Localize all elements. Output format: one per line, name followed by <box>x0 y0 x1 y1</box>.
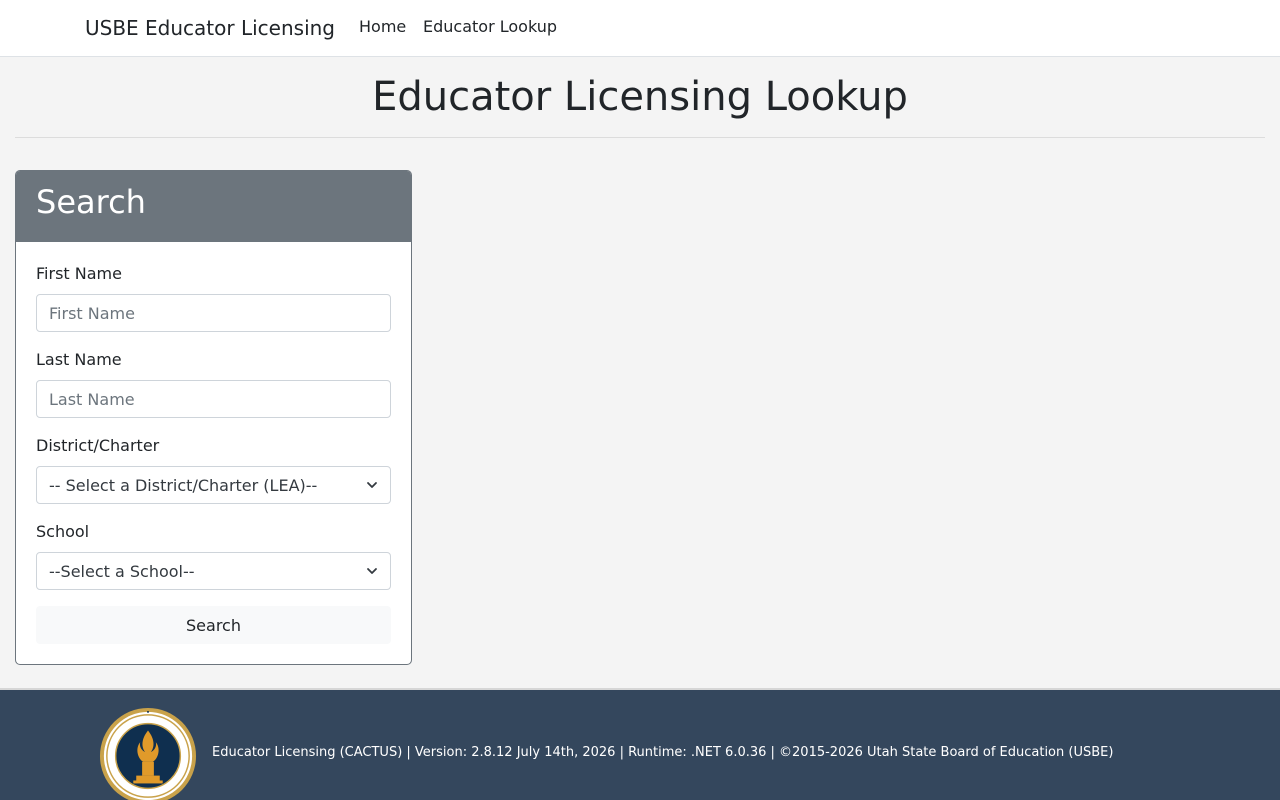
last-name-input[interactable] <box>36 380 391 418</box>
school-select[interactable]: --Select a School-- <box>36 552 391 590</box>
title-divider <box>15 137 1265 138</box>
search-button[interactable]: Search <box>36 606 391 644</box>
school-selected-value: --Select a School-- <box>49 561 195 581</box>
nav-link-educator-lookup[interactable]: Educator Lookup <box>423 17 557 37</box>
brand-link[interactable]: USBE Educator Licensing <box>85 15 335 41</box>
district-label: District/Charter <box>36 436 160 455</box>
last-name-label: Last Name <box>36 350 122 369</box>
first-name-label: First Name <box>36 264 122 283</box>
nav-link-home[interactable]: Home <box>359 17 406 37</box>
usbe-seal-icon <box>99 707 197 800</box>
chevron-down-icon <box>367 482 377 488</box>
page-footer: Educator Licensing (CACTUS) | Version: 2… <box>0 688 1280 800</box>
search-card-header: Search <box>16 171 411 242</box>
search-card: Search First Name Last Name District/Cha… <box>15 170 412 665</box>
school-label: School <box>36 522 90 541</box>
footer-version-text: Educator Licensing (CACTUS) | Version: 2… <box>212 745 1114 760</box>
first-name-input[interactable] <box>36 294 391 332</box>
district-selected-value: -- Select a District/Charter (LEA)-- <box>49 475 318 495</box>
district-select[interactable]: -- Select a District/Charter (LEA)-- <box>36 466 391 504</box>
page-title: Educator Licensing Lookup <box>372 74 908 120</box>
chevron-down-icon <box>367 568 377 574</box>
top-navbar: USBE Educator Licensing Home Educator Lo… <box>0 0 1280 57</box>
